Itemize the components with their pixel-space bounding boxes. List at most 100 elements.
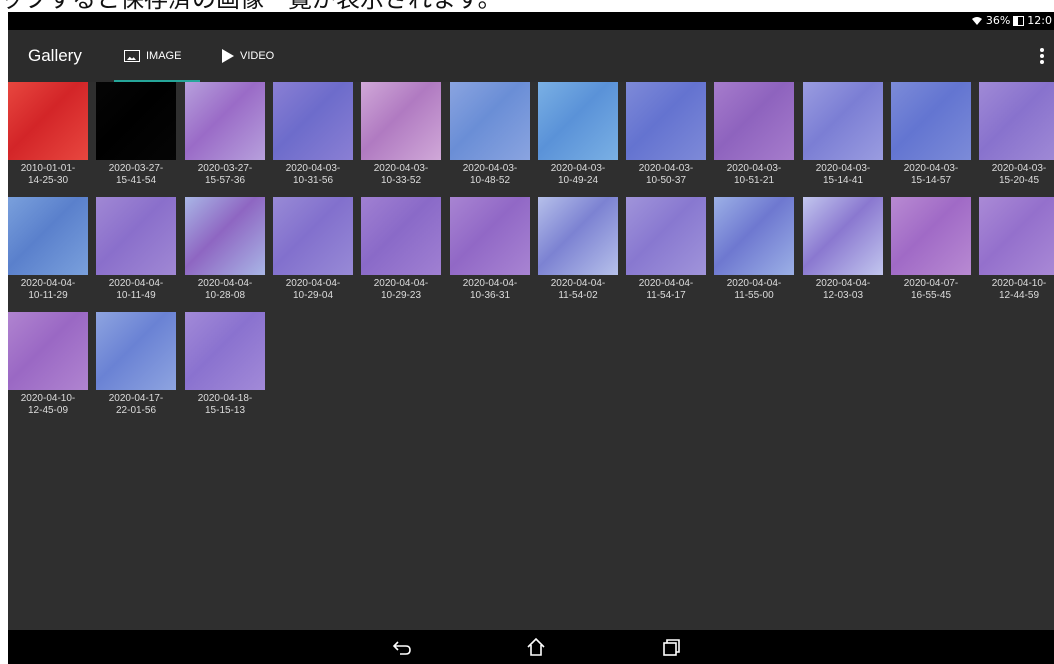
image-thumbnail-tile[interactable]: 2020-04-03- 15-14-57 (891, 82, 971, 197)
image-thumbnail-tile[interactable]: 2020-04-03- 10-49-24 (538, 82, 618, 197)
image-thumbnail-tile[interactable]: 2020-04-04- 11-54-02 (538, 197, 618, 312)
thumbnail-label: 2020-04-04- 10-11-29 (20, 278, 76, 301)
thumbnail-image (273, 197, 353, 275)
play-icon (222, 49, 234, 63)
thumbnail-image (185, 197, 265, 275)
app-title: Gallery (28, 46, 82, 65)
thumbnail-label: 2020-04-03- 10-50-37 (638, 163, 694, 186)
thumbnail-label: 2020-04-04- 10-28-08 (197, 278, 253, 301)
thumbnail-image (96, 82, 176, 160)
image-thumbnail-tile[interactable]: 2020-04-18- 15-15-13 (185, 312, 265, 427)
thumbnail-image (979, 82, 1054, 160)
thumbnail-label: 2020-04-07- 16-55-45 (903, 278, 959, 301)
image-thumbnail-tile[interactable]: 2020-04-03- 10-50-37 (626, 82, 706, 197)
image-thumbnail-tile[interactable]: 2020-03-27- 15-57-36 (185, 82, 265, 197)
image-thumbnail-tile[interactable]: 2020-04-10- 12-45-09 (8, 312, 88, 427)
thumbnail-image (361, 82, 441, 160)
thumbnail-image (714, 197, 794, 275)
image-thumbnail-tile[interactable]: 2020-04-04- 12-03-03 (803, 197, 883, 312)
thumbnail-image (538, 82, 618, 160)
thumbnail-label: 2020-04-04- 10-29-04 (285, 278, 341, 301)
thumbnail-image (96, 312, 176, 390)
thumbnail-image (538, 197, 618, 275)
thumbnail-image (803, 197, 883, 275)
thumbnail-label: 2020-04-04- 11-54-17 (638, 278, 694, 301)
thumbnail-label: 2020-04-17- 22-01-56 (108, 393, 164, 416)
thumbnail-image (8, 197, 88, 275)
thumbnail-label: 2020-04-10- 12-44-59 (991, 278, 1047, 301)
thumbnail-image (979, 197, 1054, 275)
thumbnail-label: 2020-04-03- 15-14-41 (815, 163, 871, 186)
thumbnail-image (8, 312, 88, 390)
thumbnail-image (714, 82, 794, 160)
image-thumbnail-tile[interactable]: 2020-04-04- 11-55-00 (714, 197, 794, 312)
recents-icon[interactable] (660, 637, 682, 657)
thumbnail-label: 2020-04-04- 10-29-23 (373, 278, 429, 301)
thumbnail-image (803, 82, 883, 160)
thumbnail-label: 2020-04-04- 10-36-31 (462, 278, 518, 301)
image-thumbnail-tile[interactable]: 2020-04-03- 15-14-41 (803, 82, 883, 197)
thumbnail-label: 2020-04-03- 10-49-24 (550, 163, 606, 186)
thumbnail-label: 2020-04-03- 10-48-52 (462, 163, 518, 186)
image-thumbnail-tile[interactable]: 2020-04-10- 12-44-59 (979, 197, 1054, 312)
caption-label: ップすると保存済の画像一覧が表示されます。 (0, 0, 502, 12)
image-thumbnail-tile[interactable]: 2020-04-04- 10-36-31 (450, 197, 530, 312)
thumbnail-label: 2020-04-03- 10-33-52 (373, 163, 429, 186)
thumbnail-label: 2020-04-03- 15-20-45 (991, 163, 1047, 186)
thumbnail-image (626, 197, 706, 275)
image-thumbnail-tile[interactable]: 2010-01-01- 14-25-30 (8, 82, 88, 197)
thumbnail-image (891, 82, 971, 160)
wifi-icon (971, 16, 982, 25)
thumbnail-image (361, 197, 441, 275)
thumbnail-label: 2020-04-04- 10-11-49 (108, 278, 164, 301)
image-thumbnail-tile[interactable]: 2020-04-04- 10-11-29 (8, 197, 88, 312)
thumbnail-image (185, 312, 265, 390)
image-thumbnail-tile[interactable]: 2020-04-04- 10-28-08 (185, 197, 265, 312)
thumbnail-image (891, 197, 971, 275)
caption-text: ップすると保存済の画像一覧が表示されます。 (0, 0, 1054, 12)
thumbnail-image (626, 82, 706, 160)
status-indicators: 36% 12:0 (971, 14, 1052, 27)
tab-video-label: VIDEO (240, 50, 275, 62)
image-thumbnail-tile[interactable]: 2020-04-17- 22-01-56 (96, 312, 176, 427)
image-thumbnail-tile[interactable]: 2020-04-04- 10-29-04 (273, 197, 353, 312)
tab-image-label: IMAGE (146, 50, 182, 62)
battery-percent: 36% (985, 14, 1011, 27)
thumbnail-label: 2020-04-04- 11-55-00 (726, 278, 782, 301)
image-thumbnail-tile[interactable]: 2020-04-04- 10-11-49 (96, 197, 176, 312)
thumbnail-label: 2020-04-04- 12-03-03 (815, 278, 871, 301)
image-thumbnail-tile[interactable]: 2020-03-27- 15-41-54 (96, 82, 176, 197)
image-thumbnail-tile[interactable]: 2020-04-03- 10-48-52 (450, 82, 530, 197)
back-icon[interactable] (391, 637, 413, 657)
thumbnail-label: 2020-03-27- 15-41-54 (108, 163, 164, 186)
image-thumbnail-tile[interactable]: 2020-04-03- 10-31-56 (273, 82, 353, 197)
app-bar: Gallery IMAGE VIDEO (8, 30, 1054, 82)
status-bar: 36% 12:0 (8, 12, 1054, 30)
more-vert-icon[interactable] (1040, 48, 1044, 64)
image-thumbnail-tile[interactable]: 2020-04-03- 10-33-52 (361, 82, 441, 197)
thumbnail-label: 2020-04-04- 11-54-02 (550, 278, 606, 301)
thumbnail-label: 2020-04-10- 12-45-09 (20, 393, 76, 416)
gallery-screen: 36% 12:0 Gallery IMAGE VIDEO 2010-01-01-… (8, 12, 1054, 664)
tab-image[interactable]: IMAGE (114, 30, 200, 82)
thumbnail-label: 2010-01-01- 14-25-30 (20, 163, 76, 186)
thumbnail-image (450, 82, 530, 160)
image-thumbnail-tile[interactable]: 2020-04-07- 16-55-45 (891, 197, 971, 312)
tab-video[interactable]: VIDEO (212, 30, 284, 82)
image-thumbnail-tile[interactable]: 2020-04-04- 11-54-17 (626, 197, 706, 312)
image-thumbnail-tile[interactable]: 2020-04-04- 10-29-23 (361, 197, 441, 312)
image-thumbnail-tile[interactable]: 2020-04-03- 10-51-21 (714, 82, 794, 197)
navigation-bar (8, 630, 1054, 664)
thumbnail-label: 2020-03-27- 15-57-36 (197, 163, 253, 186)
thumbnail-image (185, 82, 265, 160)
thumbnail-label: 2020-04-03- 15-14-57 (903, 163, 959, 186)
thumbnail-image (96, 197, 176, 275)
thumbnail-image (273, 82, 353, 160)
thumbnail-label: 2020-04-03- 10-51-21 (726, 163, 782, 186)
thumbnail-label: 2020-04-18- 15-15-13 (197, 393, 253, 416)
battery-icon (1013, 15, 1025, 26)
thumbnail-label: 2020-04-03- 10-31-56 (285, 163, 341, 186)
image-thumbnail-tile[interactable]: 2020-04-03- 15-20-45 (979, 82, 1054, 197)
home-icon[interactable] (525, 637, 547, 657)
clock: 12:0 (1027, 14, 1052, 27)
